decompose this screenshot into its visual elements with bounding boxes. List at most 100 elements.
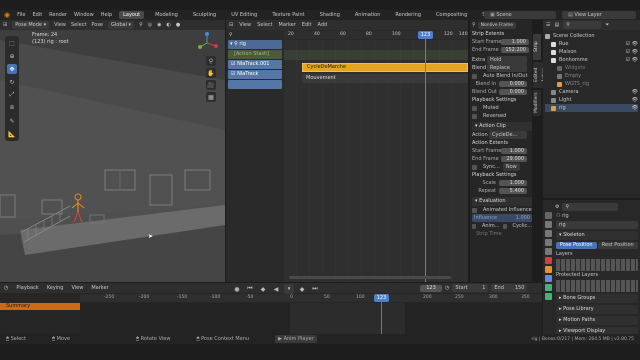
outliner-row[interactable]: Scene Collection bbox=[545, 32, 638, 40]
scene-tab-icon[interactable] bbox=[545, 248, 552, 255]
outliner-row[interactable]: Light 👁 bbox=[545, 96, 638, 104]
blend-in-field[interactable]: 0.000 bbox=[499, 81, 527, 87]
visibility-icon[interactable]: ◉ bbox=[157, 22, 161, 28]
filter-icon[interactable]: ⏷ bbox=[605, 22, 609, 28]
end-frame-field[interactable]: End 150 bbox=[491, 284, 528, 292]
timeline-menu-playback[interactable]: Playback bbox=[16, 285, 38, 291]
menu-file[interactable]: File bbox=[17, 12, 25, 18]
outliner-row[interactable]: WGTS_rig bbox=[545, 80, 638, 88]
layers-grid[interactable] bbox=[556, 259, 638, 271]
measure-icon[interactable]: 📐 bbox=[7, 129, 17, 139]
skeleton-header[interactable]: ▾ Skeleton bbox=[556, 231, 638, 240]
properties-type-icon[interactable]: ⚙ bbox=[555, 204, 559, 210]
mode-select[interactable]: Pose Mode ▾ bbox=[12, 21, 50, 29]
zoom-icon[interactable]: ⚲ bbox=[206, 56, 216, 66]
nla-editor-type-icon[interactable]: ⊟ bbox=[229, 22, 233, 28]
menu-render[interactable]: Render bbox=[49, 12, 67, 18]
clock-icon[interactable]: ◷ bbox=[445, 285, 449, 291]
tab-compositing[interactable]: Compositing bbox=[432, 11, 471, 19]
checkbox-icon[interactable]: ☑ 👁 bbox=[626, 48, 638, 56]
overlays-icon[interactable]: ◐ bbox=[166, 22, 170, 28]
reversed-checkbox[interactable] bbox=[472, 113, 477, 119]
transform-icon[interactable]: ⧈ bbox=[7, 103, 17, 113]
checkbox-icon[interactable]: ☑ 👁 bbox=[626, 56, 638, 64]
proportional-icon[interactable]: ◎ bbox=[148, 22, 152, 28]
action-select[interactable]: CycleDe... bbox=[489, 131, 527, 139]
animated-time-checkbox[interactable] bbox=[472, 223, 476, 229]
track-nlatrack[interactable]: ☑ NlaTrack bbox=[228, 70, 282, 79]
tab-layout[interactable]: Layout bbox=[119, 11, 145, 19]
render-tab-icon[interactable] bbox=[545, 221, 552, 228]
prev-key-icon[interactable]: ◆ bbox=[258, 284, 268, 294]
action-end-field[interactable]: 29.000 bbox=[501, 156, 527, 162]
evaluation-header[interactable]: ▾ Evaluation bbox=[472, 197, 532, 206]
frame-start-field[interactable]: 1.000 bbox=[501, 39, 529, 45]
blending-select[interactable]: Replace bbox=[487, 64, 527, 72]
select-box-icon[interactable]: ⬚ bbox=[7, 38, 17, 48]
menu-pose[interactable]: Pose bbox=[91, 22, 103, 28]
tab-texture-paint[interactable]: Texture Paint bbox=[268, 11, 308, 19]
pan-icon[interactable]: ✋ bbox=[206, 68, 216, 78]
tab-sculpting[interactable]: Sculpting bbox=[189, 11, 220, 19]
scale-field[interactable]: 1.000 bbox=[499, 180, 527, 186]
constraint-tab-icon[interactable] bbox=[545, 275, 552, 282]
sync-now-button[interactable]: Now bbox=[502, 163, 520, 171]
play-reverse-icon[interactable]: ◀ bbox=[271, 284, 281, 294]
protected-layers-grid[interactable] bbox=[556, 280, 638, 292]
perspective-icon[interactable]: ▦ bbox=[206, 92, 216, 102]
timeline-editor-icon[interactable]: ◷ bbox=[4, 285, 8, 291]
nla-scrollbar[interactable] bbox=[289, 276, 451, 279]
checkbox-icon[interactable]: 👁 bbox=[632, 104, 638, 112]
timeline-ruler[interactable]: -250 -200 -150 -100 -50 0 50 100 200 250… bbox=[80, 294, 542, 302]
rotate-icon[interactable]: ↻ bbox=[7, 77, 17, 87]
repeat-field[interactable]: 5.400 bbox=[499, 188, 527, 194]
nla-ruler[interactable]: 20 40 60 80 100 120 140 bbox=[284, 31, 468, 39]
start-frame-field[interactable]: Start 1 bbox=[452, 284, 489, 292]
object-tab-icon[interactable] bbox=[545, 266, 552, 273]
camera-icon[interactable]: 🎥 bbox=[206, 80, 216, 90]
tab-modifiers[interactable]: Modifiers bbox=[533, 90, 541, 116]
menu-window[interactable]: Window bbox=[74, 12, 94, 18]
view-layer-selector[interactable]: ▤ View Layer bbox=[562, 11, 636, 19]
nla-menu-select[interactable]: Select bbox=[257, 22, 272, 28]
checkbox-icon[interactable]: ☑ 👁 bbox=[626, 40, 638, 48]
timeline-frame-badge[interactable]: 123 bbox=[374, 294, 389, 302]
navigation-gizmo-icon[interactable] bbox=[196, 32, 218, 54]
strip-mouvement[interactable]: Mouvement bbox=[302, 74, 468, 83]
nla-frame-badge[interactable]: 123 bbox=[418, 31, 433, 39]
muted-checkbox[interactable] bbox=[472, 105, 477, 111]
track-rig[interactable]: ▾ ⚲ rig bbox=[228, 40, 282, 49]
scene-selector[interactable]: ▣ Scene bbox=[484, 11, 556, 19]
shading-icon[interactable]: ● bbox=[176, 22, 180, 28]
auto-blend-checkbox[interactable] bbox=[472, 73, 477, 79]
cyclic-checkbox[interactable] bbox=[502, 223, 507, 229]
character-rig[interactable] bbox=[70, 192, 86, 224]
next-key-icon[interactable]: ◆ bbox=[297, 284, 307, 294]
annotate-icon[interactable]: ✎ bbox=[7, 116, 17, 126]
timeline-menu-view[interactable]: View bbox=[71, 285, 83, 291]
tab-modeling[interactable]: Modeling bbox=[151, 11, 182, 19]
data-tab-icon[interactable] bbox=[545, 284, 552, 291]
world-tab-icon[interactable] bbox=[545, 257, 552, 264]
blend-out-field[interactable]: 0.000 bbox=[499, 89, 527, 95]
nla-menu-marker[interactable]: Marker bbox=[279, 22, 296, 28]
pause-icon[interactable]: ⏸ bbox=[284, 284, 294, 294]
checkbox-icon[interactable]: 👁 bbox=[632, 96, 638, 104]
outliner-view-icon[interactable]: ▤ bbox=[554, 22, 559, 28]
checkbox-icon[interactable]: 👁 bbox=[632, 88, 638, 96]
track-action-stash[interactable]: [Action Stash] bbox=[228, 50, 282, 59]
record-icon[interactable]: ● bbox=[232, 284, 242, 294]
blender-logo-icon[interactable]: ◉ bbox=[4, 11, 10, 19]
action-clip-header[interactable]: ▾ Action Clip bbox=[472, 122, 532, 131]
output-tab-icon[interactable] bbox=[545, 230, 552, 237]
influence-value[interactable]: 1.000 bbox=[516, 215, 532, 221]
search-icon[interactable]: ⚲ bbox=[229, 32, 233, 38]
outliner-row[interactable]: Widgets bbox=[545, 64, 638, 72]
track-nlatrack-001[interactable]: ☑ NlaTrack.001 bbox=[228, 60, 282, 69]
cursor-icon[interactable]: ⊕ bbox=[7, 51, 17, 61]
properties-search[interactable]: ⚲ bbox=[562, 202, 619, 211]
editor-type-icon[interactable]: ⊞ bbox=[3, 22, 7, 28]
tool-tab-icon[interactable] bbox=[545, 212, 552, 219]
bone-groups-header[interactable]: ▸ Bone Groups bbox=[556, 294, 638, 303]
timeline-summary-row[interactable]: Summary bbox=[0, 303, 80, 310]
